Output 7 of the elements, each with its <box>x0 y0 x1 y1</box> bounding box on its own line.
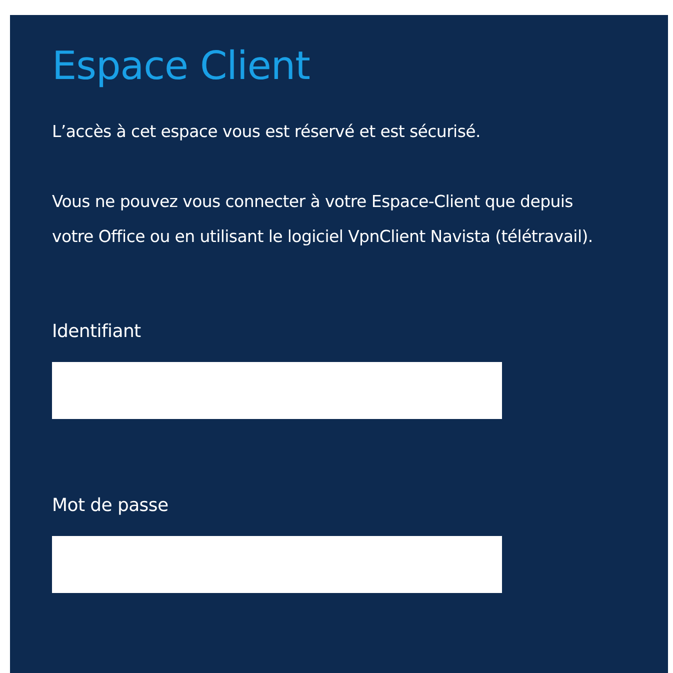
input-field[interactable] <box>52 362 502 419</box>
input-field[interactable] <box>52 536 502 593</box>
page-title: Espace Client <box>52 43 311 91</box>
info-paragraph: Vous ne pouvez vous connecter à votre Espace-Client que depuis votre Office ou en utilisant le logiciel VpnClient Navista (télétravail). <box>52 191 594 248</box>
field-label: Identifiant <box>52 320 141 344</box>
field-label: Mot de passe <box>52 494 168 518</box>
info-paragraph: L’accès à cet espace vous est réservé et est sécurisé. <box>52 121 482 143</box>
